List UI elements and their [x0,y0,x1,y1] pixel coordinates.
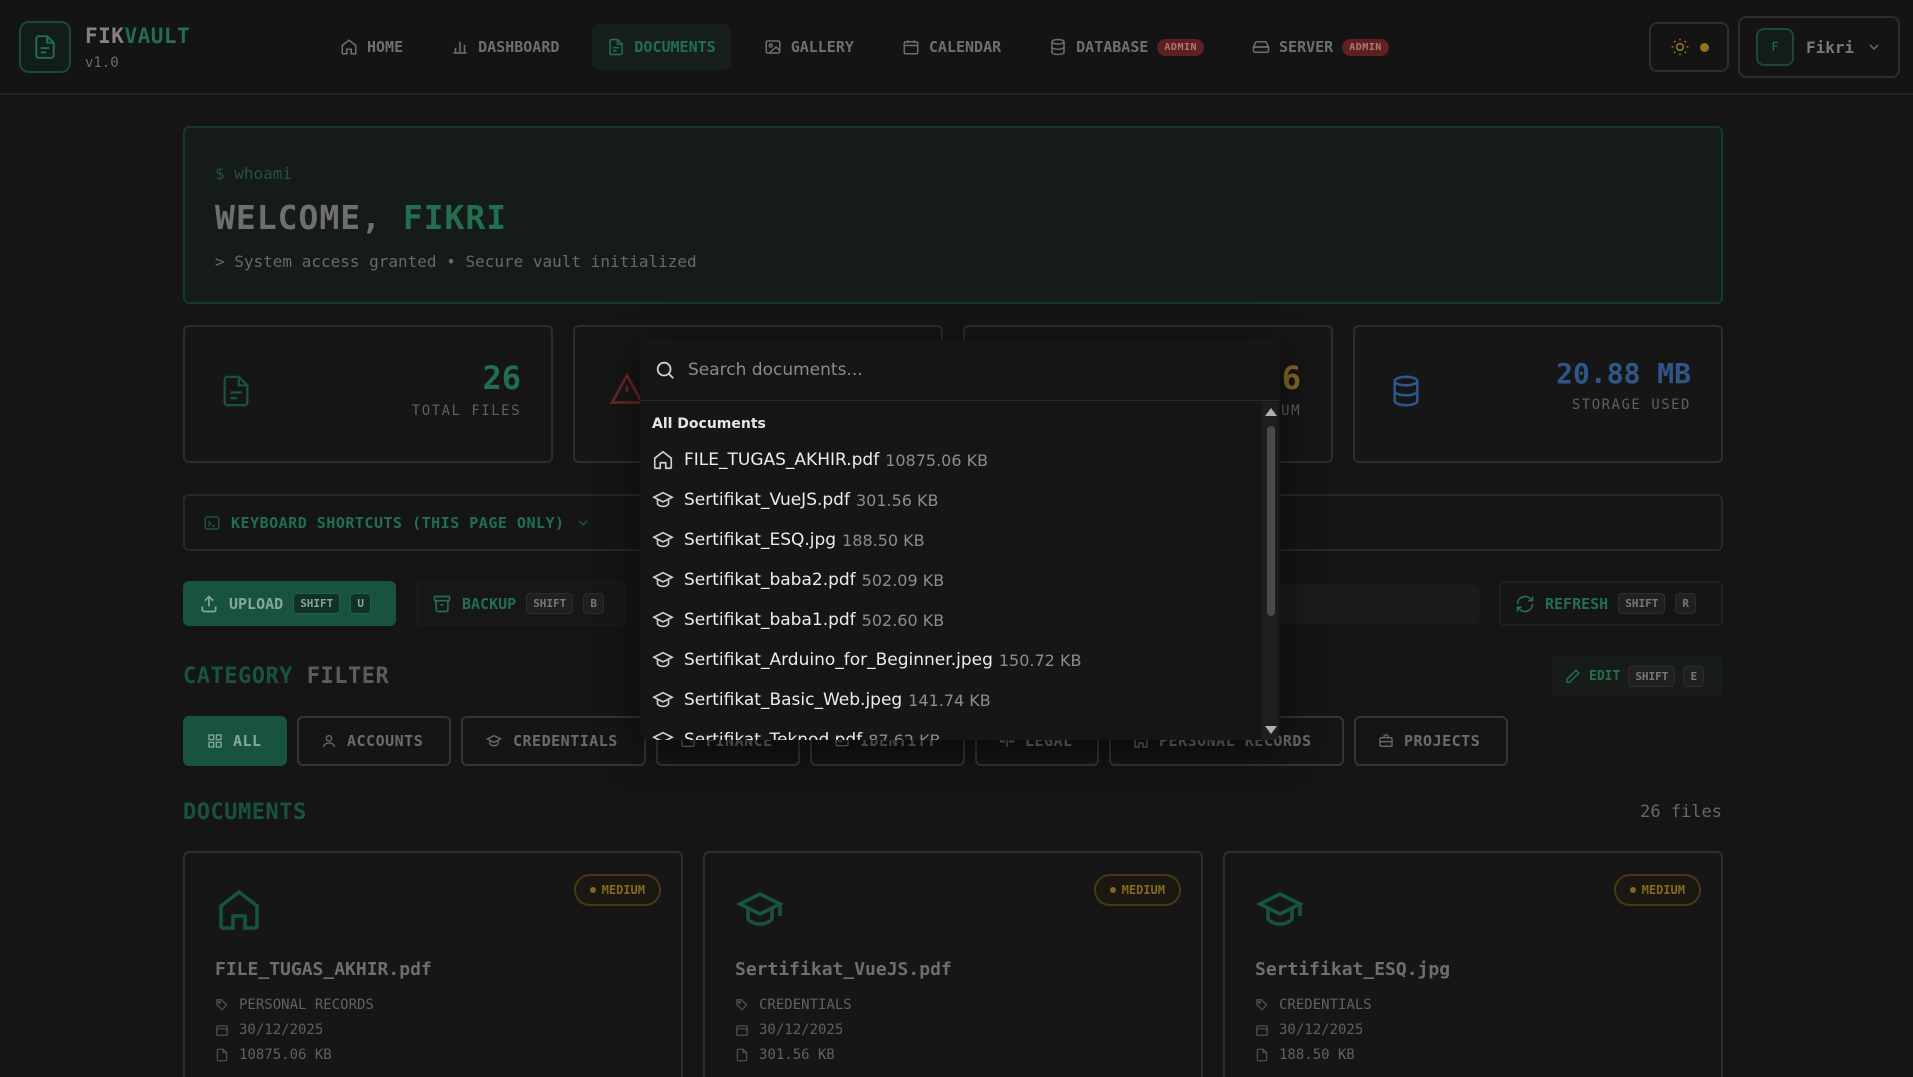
list-item[interactable]: Sertifikat_baba2.pdf 502.09 KB [640,560,1260,600]
search-input[interactable] [688,360,1248,380]
search-icon [656,361,674,379]
palette-search-bar [640,340,1280,401]
graduation-cap-icon [652,571,674,588]
palette-results: All Documents FILE_TUGAS_AKHIR.pdf 10875.… [640,402,1260,740]
list-item[interactable]: Sertifikat_Basic_Web.jpeg 141.74 KB [640,680,1260,720]
list-item[interactable]: Sertifikat_Teknod.pdf 87.62 KB [640,720,1260,740]
graduation-cap-icon [652,691,674,708]
graduation-cap-icon [652,491,674,508]
list-item[interactable]: Sertifikat_baba1.pdf 502.60 KB [640,600,1260,640]
list-item[interactable]: Sertifikat_ESQ.jpg 188.50 KB [640,520,1260,560]
graduation-cap-icon [652,531,674,548]
list-item[interactable]: Sertifikat_VueJS.pdf 301.56 KB [640,480,1260,520]
list-item[interactable]: Sertifikat_Arduino_for_Beginner.jpeg 150.… [640,640,1260,680]
home-icon [653,450,673,470]
search-palette: All Documents FILE_TUGAS_AKHIR.pdf10875.… [640,340,1280,740]
list-item[interactable]: FILE_TUGAS_AKHIR.pdf 10875.06 KB [640,440,1260,480]
scrollbar-thumb[interactable] [1267,426,1275,616]
graduation-cap-icon [652,611,674,628]
palette-scrollbar[interactable] [1262,402,1278,740]
graduation-cap-icon [652,651,674,668]
results-group-title: All Documents [652,416,766,432]
scroll-down-icon[interactable] [1265,726,1277,734]
scroll-up-icon[interactable] [1265,408,1277,416]
graduation-cap-icon [652,731,674,740]
